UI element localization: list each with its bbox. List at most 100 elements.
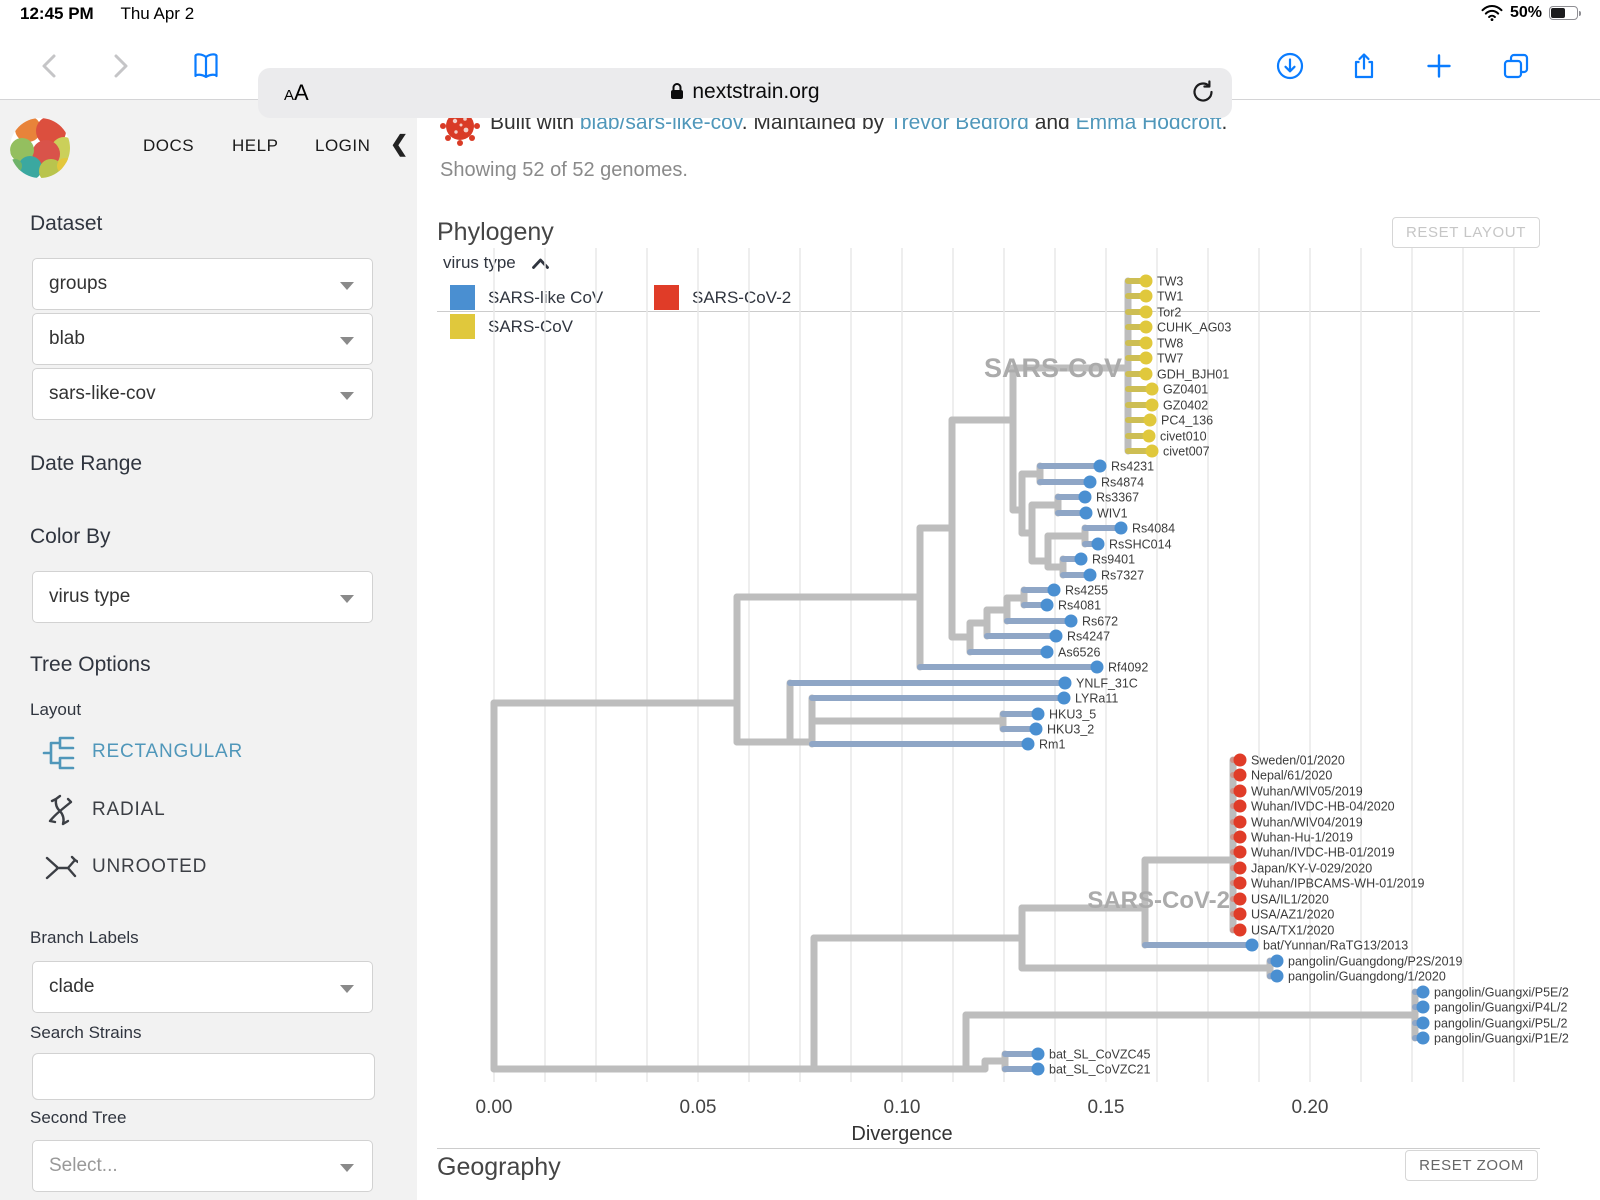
tip-label: Rs4231 (1111, 460, 1154, 474)
tree-tip[interactable] (1080, 507, 1093, 520)
nav-login[interactable]: LOGIN (315, 136, 370, 156)
tree-tip[interactable] (1417, 1017, 1430, 1030)
tip-label: TW8 (1157, 337, 1183, 351)
tree-tip[interactable] (1050, 630, 1063, 643)
tree-tip[interactable] (1115, 522, 1128, 535)
forward-icon[interactable] (106, 52, 134, 80)
tip-label: bat/Yunnan/RaTG13/2013 (1263, 939, 1408, 953)
refresh-icon[interactable] (1190, 79, 1216, 105)
tree-tip[interactable] (1075, 553, 1088, 566)
tree-tip[interactable] (1140, 321, 1153, 334)
tree-tip[interactable] (1094, 460, 1107, 473)
tree-tip[interactable] (1234, 800, 1247, 813)
tree-tip[interactable] (1140, 290, 1153, 303)
tree-tip[interactable] (1032, 1063, 1045, 1076)
tip-label: Rs4255 (1065, 584, 1108, 598)
axis-tick-label: 0.00 (476, 1097, 513, 1118)
tip-label: USA/IL1/2020 (1251, 893, 1329, 907)
branch-labels-select[interactable]: clade (32, 961, 373, 1013)
share-icon[interactable] (1350, 52, 1378, 80)
tree-tip[interactable] (1041, 646, 1054, 659)
back-icon[interactable] (36, 52, 64, 80)
tip-label: WIV1 (1097, 507, 1128, 521)
tree-tip[interactable] (1140, 275, 1153, 288)
layout-option-radial[interactable]: RADIAL (42, 792, 165, 828)
geography-divider (437, 1148, 1540, 1149)
tree-tip[interactable] (1030, 723, 1043, 736)
layout-option-unrooted[interactable]: UNROOTED (42, 849, 207, 885)
tree-tip[interactable] (1271, 970, 1284, 983)
tip-label: bat_SL_CoVZC45 (1049, 1048, 1151, 1062)
tree-tip[interactable] (1417, 1001, 1430, 1014)
reset-layout-button[interactable]: RESET LAYOUT (1392, 217, 1540, 248)
tip-label: pangolin/Guangxi/P5E/2 (1434, 986, 1569, 1000)
tree-tip[interactable] (1084, 476, 1097, 489)
tree-tip[interactable] (1234, 924, 1247, 937)
tree-tip[interactable] (1146, 399, 1159, 412)
tree-tip[interactable] (1079, 491, 1092, 504)
tip-label: Wuhan-Hu-1/2019 (1251, 831, 1353, 845)
search-strains-input[interactable] (32, 1053, 375, 1100)
new-tab-icon[interactable] (1425, 52, 1453, 80)
tree-tip[interactable] (1140, 352, 1153, 365)
tree-tip[interactable] (1140, 306, 1153, 319)
color-by-select[interactable]: virus type (32, 571, 373, 623)
tree-tip[interactable] (1234, 908, 1247, 921)
tip-label: RsSHC014 (1109, 538, 1172, 552)
tip-label: pangolin/Guangxi/P4L/2 (1434, 1001, 1567, 1015)
tip-label: GZ0402 (1163, 399, 1208, 413)
tree-tip[interactable] (1041, 599, 1054, 612)
date-range-heading: Date Range (30, 452, 142, 476)
tree-tip[interactable] (1146, 445, 1159, 458)
tree-tip[interactable] (1065, 615, 1078, 628)
main-content: Built with blab/sars-like-cov. Maintaine… (417, 100, 1600, 1200)
tree-tip[interactable] (1234, 754, 1247, 767)
tip-label: Rs7327 (1101, 569, 1144, 583)
tree-tip[interactable] (1140, 337, 1153, 350)
tree-tip[interactable] (1234, 769, 1247, 782)
genome-count-status: Showing 52 of 52 genomes. (440, 159, 688, 182)
dataset-select-build[interactable]: sars-like-cov (32, 368, 373, 420)
tree-tip[interactable] (1146, 383, 1159, 396)
tree-tip[interactable] (1022, 738, 1035, 751)
tree-tip[interactable] (1144, 414, 1157, 427)
sidebar-collapse-chevron[interactable]: ❮ (390, 131, 408, 157)
dataset-select-blab[interactable]: blab (32, 313, 373, 365)
tree-tip[interactable] (1032, 1048, 1045, 1061)
tree-tip[interactable] (1234, 846, 1247, 859)
tree-tip[interactable] (1234, 816, 1247, 829)
tip-label: pangolin/Guangxi/P1E/2 (1434, 1032, 1569, 1046)
second-tree-select[interactable]: Select... (32, 1140, 373, 1192)
tabs-icon[interactable] (1502, 52, 1530, 80)
tip-label: Rs9401 (1092, 553, 1135, 567)
tree-tip[interactable] (1417, 1032, 1430, 1045)
tree-tip[interactable] (1417, 986, 1430, 999)
tree-tip[interactable] (1246, 939, 1259, 952)
tree-tip[interactable] (1059, 677, 1072, 690)
tree-tip[interactable] (1234, 877, 1247, 890)
tree-tip[interactable] (1234, 893, 1247, 906)
tree-tip[interactable] (1084, 569, 1097, 582)
tree-tip[interactable] (1234, 785, 1247, 798)
tree-tip[interactable] (1048, 584, 1061, 597)
bookmarks-icon[interactable] (192, 52, 220, 80)
tree-tip[interactable] (1234, 831, 1247, 844)
tree-tip[interactable] (1234, 862, 1247, 875)
url-bar[interactable]: AA nextstrain.org (258, 68, 1232, 118)
reset-zoom-button[interactable]: RESET ZOOM (1405, 1150, 1538, 1181)
tree-tip[interactable] (1058, 692, 1071, 705)
nav-docs[interactable]: DOCS (143, 136, 194, 156)
tree-tip[interactable] (1140, 368, 1153, 381)
download-icon[interactable] (1276, 52, 1304, 80)
tree-tip[interactable] (1091, 661, 1104, 674)
tree-tip[interactable] (1092, 538, 1105, 551)
battery-percent: 50% (1510, 4, 1542, 22)
nav-help[interactable]: HELP (232, 136, 278, 156)
tree-tip[interactable] (1143, 430, 1156, 443)
layout-option-rectangular[interactable]: RECTANGULAR (42, 734, 243, 770)
dataset-select-groups[interactable]: groups (32, 258, 373, 310)
nextstrain-logo[interactable] (8, 116, 72, 180)
tree-tip[interactable] (1032, 708, 1045, 721)
tree-tip[interactable] (1271, 955, 1284, 968)
phylogeny-tree[interactable]: TW3TW1Tor2CUHK_AG03TW8TW7GDH_BJH01GZ0401… (437, 245, 1600, 1200)
